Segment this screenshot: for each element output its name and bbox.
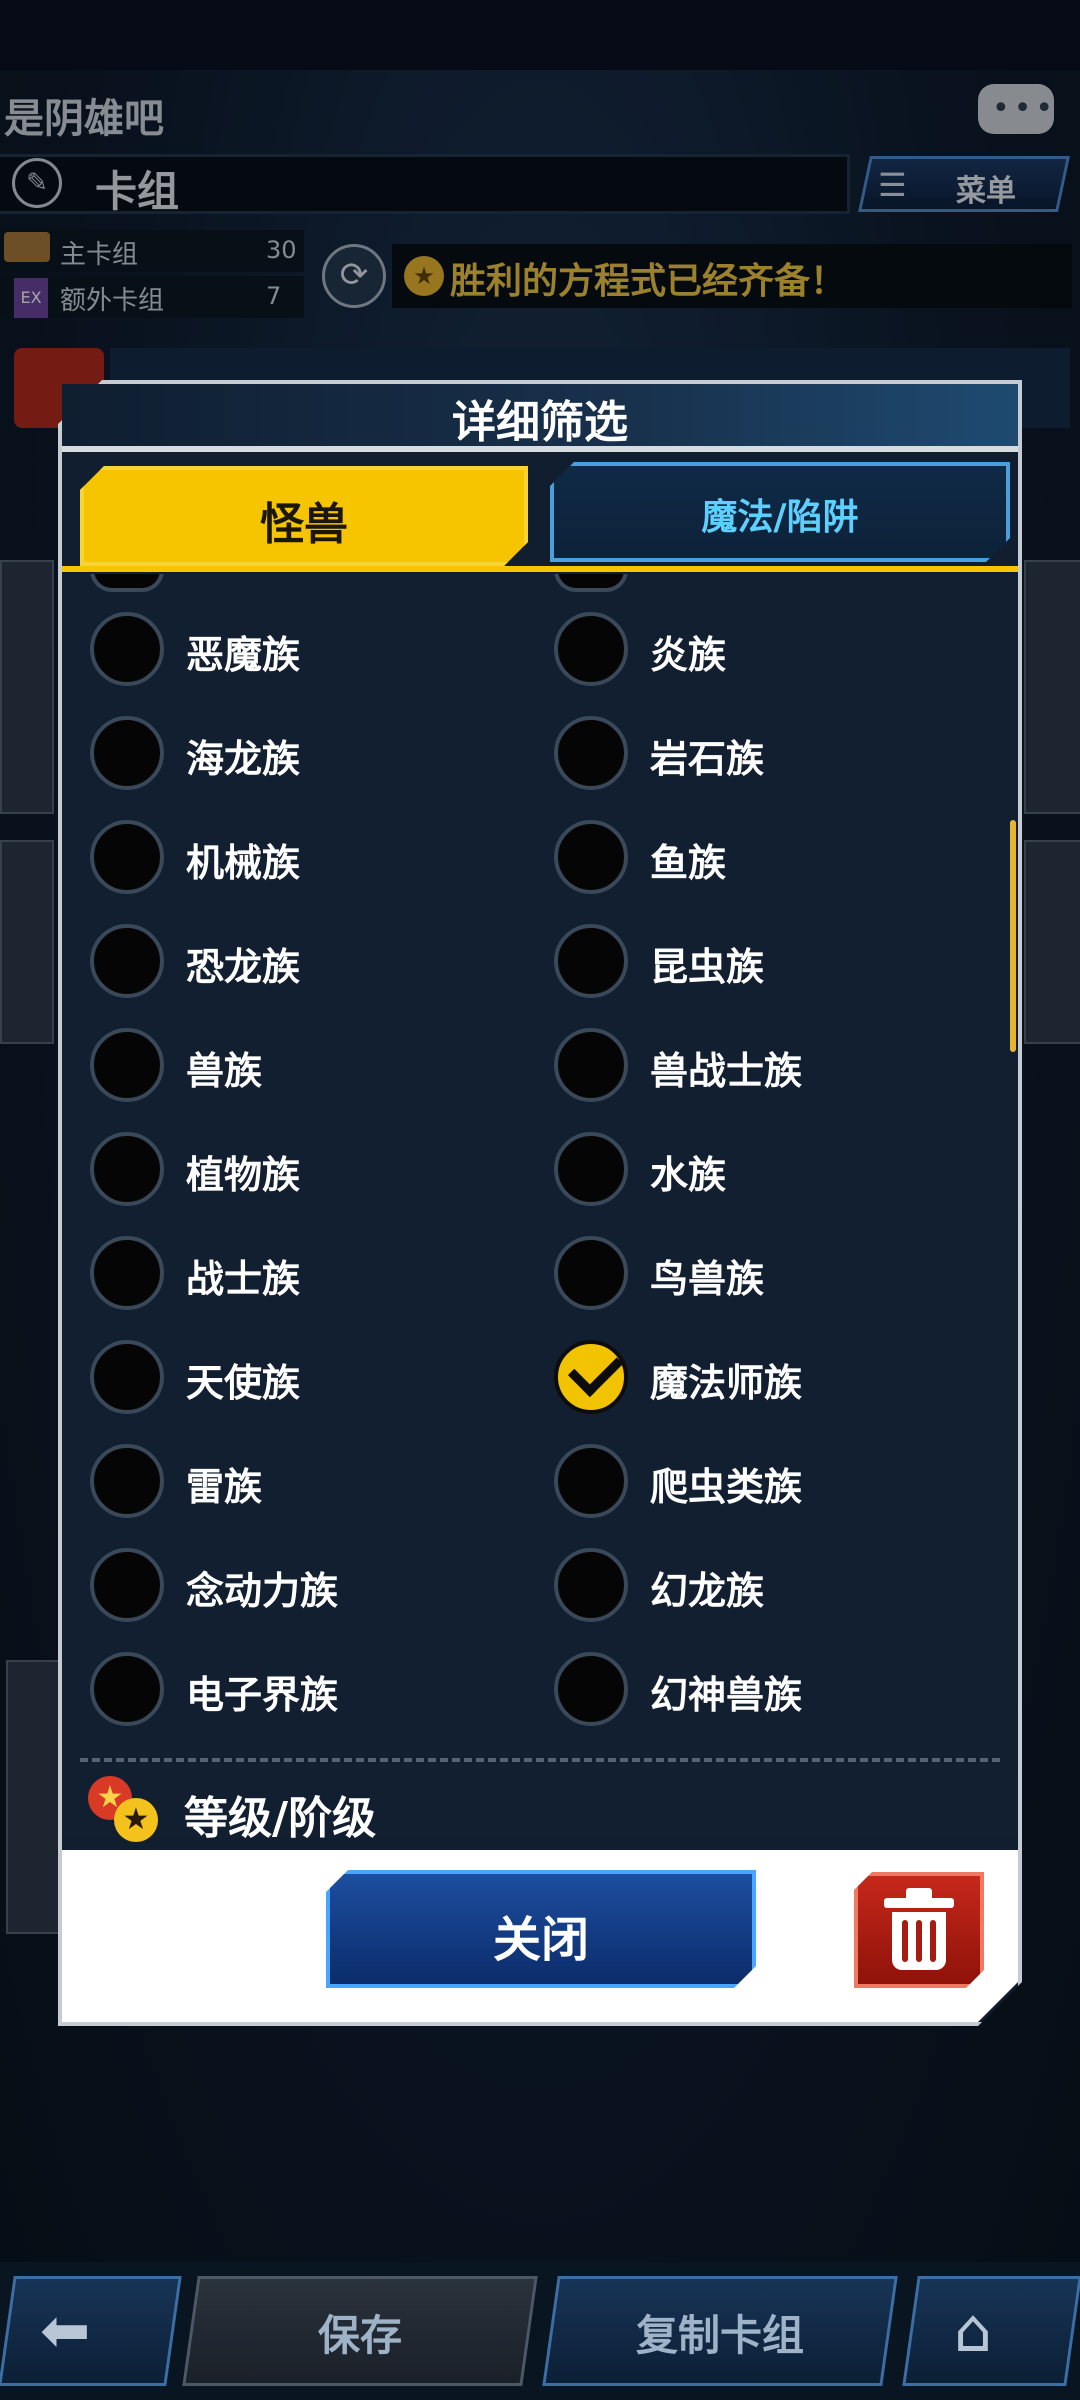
race-option[interactable]: 炎族 — [554, 612, 974, 696]
race-radio[interactable] — [90, 1652, 164, 1726]
back-arrow-icon: ⬅ — [40, 2296, 91, 2366]
race-radio[interactable] — [554, 820, 628, 894]
scrollbar[interactable] — [1010, 820, 1016, 1052]
race-option[interactable]: 兽战士族 — [554, 1028, 974, 1112]
race-label: 海龙族 — [186, 737, 301, 781]
race-option[interactable]: 海龙族 — [90, 716, 510, 800]
race-label: 兽族 — [186, 1049, 263, 1093]
tab-spell-trap-label: 魔法/陷阱 — [701, 497, 859, 538]
check-icon[interactable] — [554, 1340, 628, 1414]
race-label: 天使族 — [186, 1361, 301, 1405]
race-radio[interactable] — [554, 1132, 628, 1206]
title-divider — [62, 446, 1018, 452]
race-label: 兽战士族 — [650, 1049, 803, 1093]
trash-icon-lid — [884, 1898, 954, 1908]
race-option[interactable]: 电子界族 — [90, 1652, 510, 1736]
trash-icon-slit — [902, 1920, 908, 1962]
section-divider — [80, 1758, 1000, 1762]
race-radio[interactable] — [90, 1548, 164, 1622]
race-radio — [554, 574, 628, 592]
race-option[interactable]: 魔法师族 — [554, 1340, 974, 1424]
race-label: 鱼族 — [650, 841, 727, 885]
race-option[interactable]: 雷族 — [90, 1444, 510, 1528]
race-radio[interactable] — [90, 924, 164, 998]
level-stars-icon: ★ ★ — [88, 1776, 158, 1842]
home-icon: ⌂ — [954, 2296, 993, 2366]
tab-monster-label: 怪兽 — [260, 499, 348, 550]
race-label: 幻神兽族 — [650, 1673, 803, 1717]
race-radio[interactable] — [554, 1444, 628, 1518]
race-option[interactable]: 恐龙族 — [90, 924, 510, 1008]
race-option[interactable]: 鱼族 — [554, 820, 974, 904]
race-label: 炎族 — [650, 633, 727, 677]
race-label: 昆虫族 — [650, 945, 765, 989]
race-label: 电子界族 — [186, 1673, 339, 1717]
race-label: 念动力族 — [186, 1569, 339, 1613]
race-radio[interactable] — [90, 612, 164, 686]
race-label: 幻龙族 — [650, 1569, 765, 1613]
race-radio[interactable] — [554, 1548, 628, 1622]
copy-deck-label: 复制卡组 — [635, 2311, 804, 2360]
race-radio[interactable] — [554, 716, 628, 790]
checkmark-glyph — [567, 1341, 624, 1398]
race-radio[interactable] — [90, 820, 164, 894]
trash-icon-slit — [930, 1920, 936, 1962]
race-option[interactable]: 鸟兽族 — [554, 1236, 974, 1320]
race-filter-list[interactable]: 恶魔族 炎族海龙族 岩石族机械族 鱼族恐龙族 昆虫族兽族 兽战士族植物族 水族战士族 鸟兽族天… — [62, 574, 1018, 1838]
race-radio[interactable] — [90, 1132, 164, 1206]
race-label: 爬虫类族 — [650, 1465, 803, 1509]
race-label: 鸟兽族 — [650, 1257, 765, 1301]
race-label: 战士族 — [186, 1257, 301, 1301]
race-option[interactable]: 战士族 — [90, 1236, 510, 1320]
dialog-title: 详细筛选 — [452, 397, 628, 448]
race-label: 恐龙族 — [186, 945, 301, 989]
trash-icon-slit — [916, 1920, 922, 1962]
race-option[interactable]: 昆虫族 — [554, 924, 974, 1008]
close-label: 关闭 — [492, 1912, 589, 1968]
race-option[interactable]: 机械族 — [90, 820, 510, 904]
race-label: 水族 — [650, 1153, 727, 1197]
race-radio — [90, 574, 164, 592]
race-label: 魔法师族 — [650, 1361, 803, 1405]
race-radio[interactable] — [90, 716, 164, 790]
save-label: 保存 — [317, 2311, 402, 2360]
trash-icon — [906, 1888, 932, 1898]
race-label: 植物族 — [186, 1153, 301, 1197]
race-option[interactable]: 兽族 — [90, 1028, 510, 1112]
race-radio[interactable] — [90, 1340, 164, 1414]
race-option[interactable]: 幻龙族 — [554, 1548, 974, 1632]
race-label: 恶魔族 — [186, 633, 301, 677]
tab-underline — [62, 566, 1018, 572]
race-option[interactable]: 爬虫类族 — [554, 1444, 974, 1528]
race-label: 岩石族 — [650, 737, 765, 781]
race-radio[interactable] — [554, 1028, 628, 1102]
race-option[interactable]: 岩石族 — [554, 716, 974, 800]
race-radio[interactable] — [90, 1236, 164, 1310]
race-radio[interactable] — [554, 924, 628, 998]
race-radio[interactable] — [554, 612, 628, 686]
race-option[interactable]: 念动力族 — [90, 1548, 510, 1632]
race-radio[interactable] — [554, 1652, 628, 1726]
race-radio[interactable] — [554, 1236, 628, 1310]
back-button[interactable] — [0, 2276, 182, 2386]
race-option[interactable]: 幻神兽族 — [554, 1652, 974, 1736]
level-rank-section[interactable]: 等级/阶级 — [184, 1782, 376, 1846]
race-radio[interactable] — [90, 1444, 164, 1518]
race-option[interactable]: 天使族 — [90, 1340, 510, 1424]
race-label: 机械族 — [186, 841, 301, 885]
race-option[interactable]: 植物族 — [90, 1132, 510, 1216]
race-option[interactable]: 恶魔族 — [90, 612, 510, 696]
race-radio[interactable] — [90, 1028, 164, 1102]
race-option[interactable]: 水族 — [554, 1132, 974, 1216]
race-label: 雷族 — [186, 1465, 263, 1509]
